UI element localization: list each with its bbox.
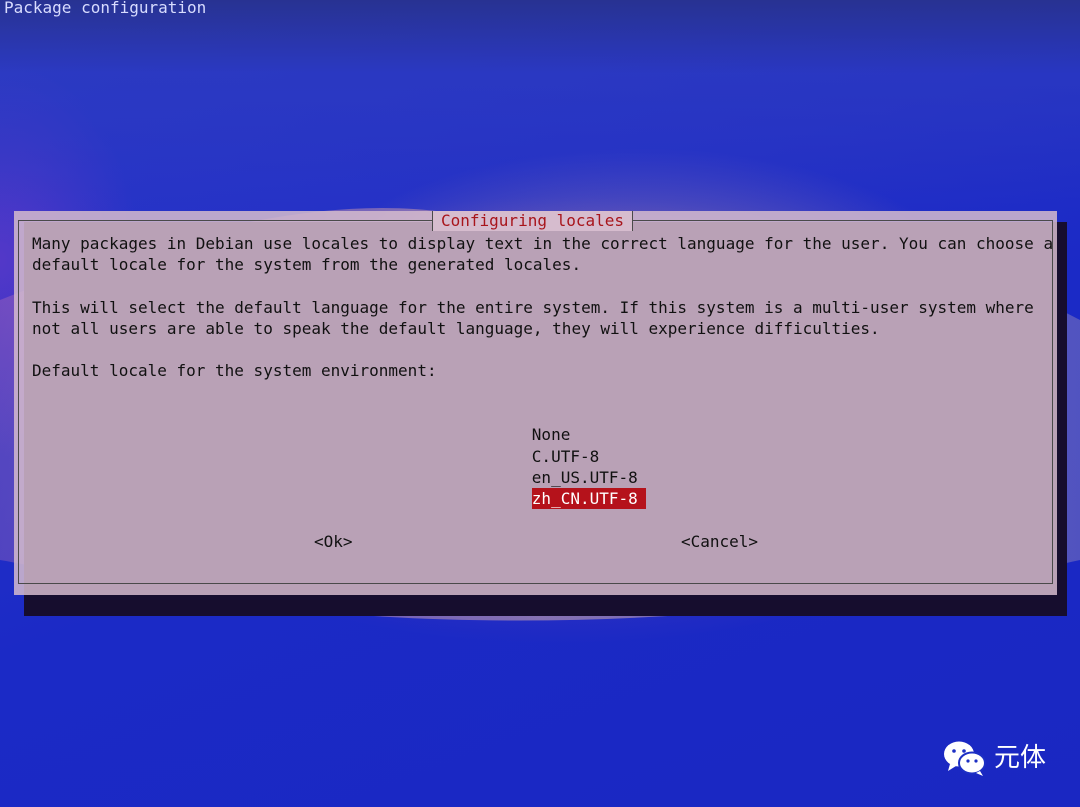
description-paragraph-2: This will select the default language fo… <box>32 298 1034 339</box>
locale-option-label: None <box>531 425 571 445</box>
background-top-shade <box>0 0 1080 210</box>
locale-option-label: en_US.UTF-8 <box>531 467 638 487</box>
dialog-title-bar: Configuring locales <box>432 211 634 231</box>
locale-option-label: C.UTF-8 <box>531 446 600 466</box>
watermark-text: 元体 <box>994 743 1047 773</box>
cancel-button[interactable]: <Cancel> <box>681 532 758 552</box>
ok-button[interactable]: <Ok> <box>314 532 353 552</box>
description-paragraph-1: Many packages in Debian use locales to d… <box>32 234 1054 275</box>
wechat-icon <box>944 741 986 776</box>
locale-prompt: Default locale for the system environmen… <box>32 361 437 380</box>
locale-config-dialog: Configuring locales Many packages in Deb… <box>14 211 1057 595</box>
dialog-title: Configuring locales <box>441 211 625 230</box>
locale-option-label: zh_CN.UTF-8 <box>531 488 646 510</box>
locale-options-list: None C.UTF-8 en_US.UTF-8 zh_CN.UTF-8 <box>474 403 646 510</box>
locale-option-none[interactable]: None <box>474 403 646 444</box>
window-title: Package configuration <box>4 0 207 17</box>
watermark: 元体 <box>942 738 1046 778</box>
